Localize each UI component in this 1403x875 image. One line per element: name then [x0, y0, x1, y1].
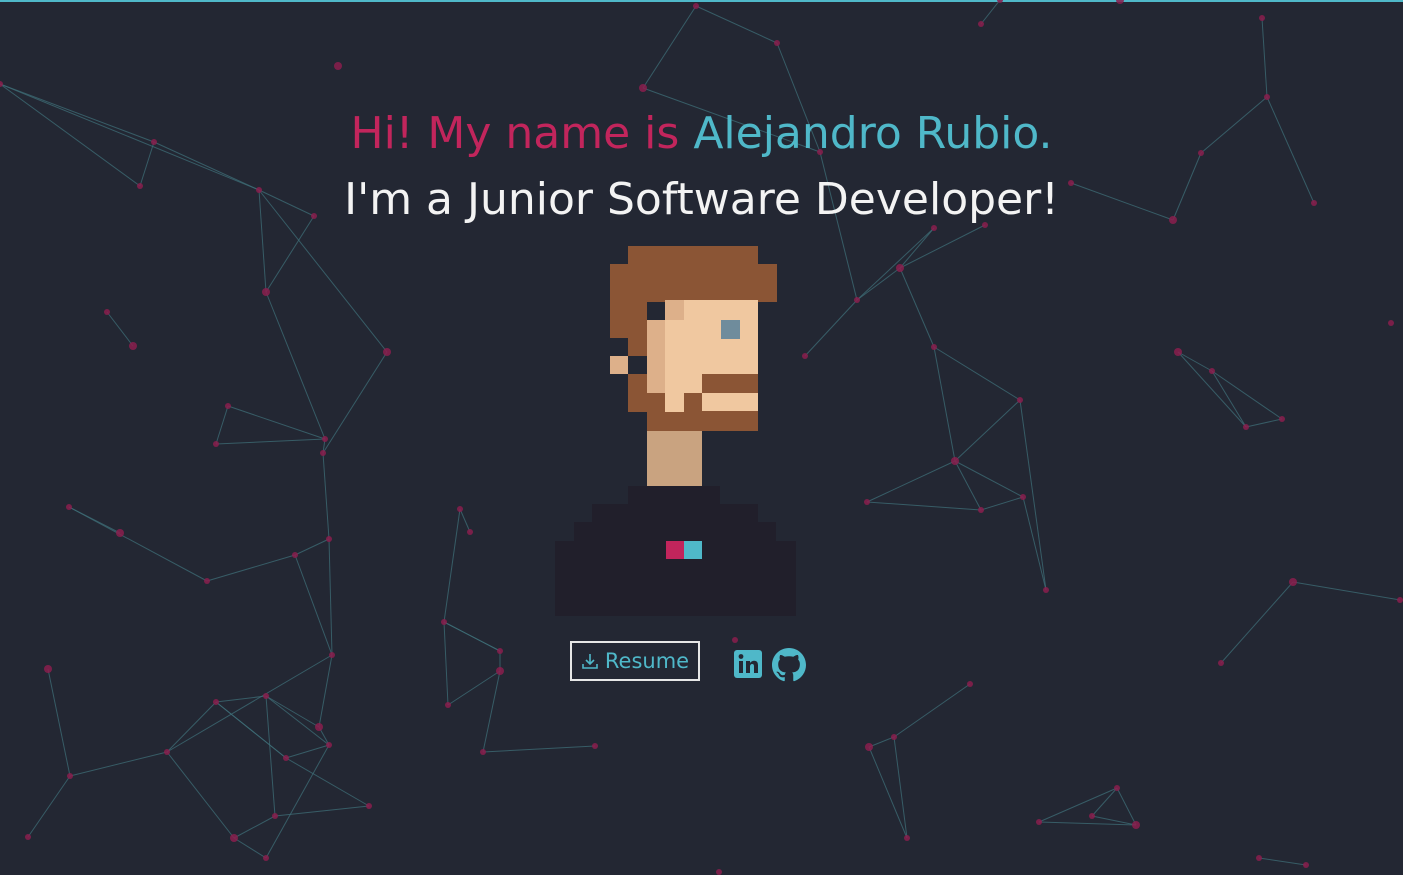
- avatar-pixel: [610, 300, 647, 338]
- avatar-pixel: [647, 411, 758, 431]
- avatar-pixel: [684, 393, 702, 412]
- name-text: Alejandro Rubio.: [693, 108, 1053, 159]
- greeting-heading: Hi! My name is Alejandro Rubio.: [0, 106, 1403, 162]
- greeting-text: Hi! My name is: [350, 108, 694, 159]
- resume-label: Resume: [604, 649, 690, 673]
- avatar-pixel: [628, 374, 647, 412]
- resume-button[interactable]: Resume: [570, 641, 700, 681]
- hero-section: Hi! My name is Alejandro Rubio. I'm a Ju…: [0, 0, 1403, 875]
- avatar-pixel: [740, 264, 777, 302]
- avatar-pixel: [628, 486, 720, 506]
- github-icon[interactable]: [772, 648, 806, 682]
- avatar-pixel: [574, 522, 776, 542]
- avatar-pixel: [665, 393, 684, 412]
- avatar-pixel: [665, 300, 684, 320]
- avatar-pixel: [610, 356, 628, 374]
- pixel-avatar: [555, 246, 796, 616]
- avatar-pixel: [702, 393, 758, 411]
- avatar-pixel: [647, 430, 702, 486]
- avatar-pixel: [666, 541, 684, 559]
- avatar-pixel: [592, 504, 758, 524]
- tagline: I'm a Junior Software Developer!: [344, 174, 1059, 225]
- avatar-pixel: [684, 541, 702, 559]
- avatar-pixel: [628, 336, 647, 356]
- download-icon: [581, 652, 599, 670]
- avatar-pixel: [647, 320, 665, 394]
- linkedin-icon[interactable]: [732, 648, 764, 680]
- avatar-pixel: [628, 246, 758, 266]
- avatar-pixel: [721, 320, 740, 339]
- avatar-pixel: [702, 374, 758, 394]
- avatar-pixel: [647, 393, 665, 412]
